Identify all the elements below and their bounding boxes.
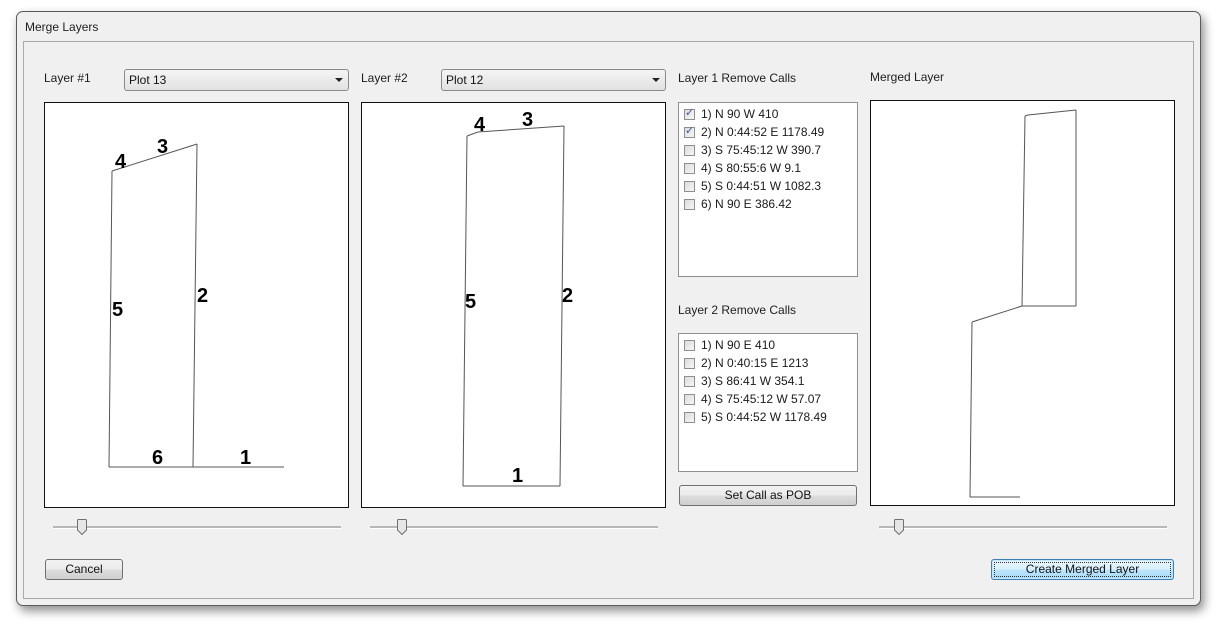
create-merged-layer-button[interactable]: Create Merged Layer bbox=[991, 559, 1174, 580]
checkbox-unchecked[interactable] bbox=[684, 339, 695, 351]
checkbox-unchecked[interactable] bbox=[684, 357, 695, 369]
checkbox-unchecked[interactable] bbox=[684, 180, 695, 192]
cancel-button[interactable]: Cancel bbox=[45, 559, 123, 580]
checkbox-unchecked[interactable] bbox=[684, 411, 695, 423]
merged-segment bbox=[1021, 115, 1026, 307]
checkbox-checked[interactable] bbox=[684, 124, 695, 138]
layer1-label-2: 2 bbox=[197, 285, 208, 307]
layer1-label-5: 5 bbox=[112, 299, 123, 321]
remove-call-text: 4) S 80:55:6 W 9.1 bbox=[701, 161, 802, 175]
slider-track bbox=[53, 526, 341, 529]
remove-call-item[interactable]: 6) N 90 E 386.42 bbox=[679, 195, 857, 213]
merged-segment bbox=[1027, 109, 1077, 116]
merged-plot bbox=[969, 109, 1077, 498]
remove-call-text: 3) S 86:41 W 354.1 bbox=[701, 374, 805, 388]
focus-rect bbox=[994, 562, 1171, 577]
remove-call-text: 1) N 90 W 410 bbox=[701, 107, 779, 121]
set-call-as-pob-button[interactable]: Set Call as POB bbox=[679, 485, 857, 506]
layer1-label-4: 4 bbox=[115, 151, 127, 173]
remove-call-item[interactable]: 2) N 0:40:15 E 1213 bbox=[679, 354, 857, 372]
remove-call-text: 2) N 0:44:52 E 1178.49 bbox=[701, 125, 825, 139]
merged-canvas[interactable] bbox=[870, 100, 1175, 506]
slider-track bbox=[370, 526, 658, 529]
remove-call-item[interactable]: 1) N 90 E 410 bbox=[679, 336, 857, 354]
remove-call-text: 3) S 75:45:12 W 390.7 bbox=[701, 143, 822, 157]
remove-call-item[interactable]: 2) N 0:44:52 E 1178.49 bbox=[679, 123, 857, 141]
layer2-label-3: 3 bbox=[522, 109, 533, 131]
layer1-selected-value: Plot 13 bbox=[129, 73, 167, 87]
layer2-plot: 1 2 3 4 5 bbox=[462, 109, 573, 487]
remove-call-item[interactable]: 3) S 86:41 W 354.1 bbox=[679, 372, 857, 390]
layer1-label-3: 3 bbox=[157, 136, 168, 158]
layer2-label-1: 1 bbox=[512, 465, 523, 487]
layer2-label: Layer #2 bbox=[361, 71, 408, 85]
layer1-label-1: 1 bbox=[240, 447, 251, 469]
layer2-label-5: 5 bbox=[465, 291, 476, 313]
remove-call-item[interactable]: 4) S 75:45:12 W 57.07 bbox=[679, 390, 857, 408]
layer2-select[interactable]: Plot 12 bbox=[441, 69, 666, 91]
layer1-remove-calls-list[interactable]: 1) N 90 W 410 2) N 0:44:52 E 1178.49 3) S … bbox=[678, 102, 858, 277]
layer1-zoom-slider[interactable] bbox=[53, 517, 341, 539]
remove-call-text: 6) N 90 E 386.42 bbox=[701, 197, 792, 211]
layer1-canvas[interactable]: 1 2 3 4 5 6 bbox=[44, 102, 349, 508]
remove-call-text: 5) S 0:44:51 W 1082.3 bbox=[701, 179, 822, 193]
layer2-label-4: 4 bbox=[474, 114, 486, 136]
layer2-segment-3 bbox=[477, 125, 565, 133]
remove-call-item[interactable]: 5) S 0:44:51 W 1082.3 bbox=[679, 177, 857, 195]
layer2-selected-value: Plot 12 bbox=[446, 73, 484, 87]
layer1-remove-calls-label: Layer 1 Remove Calls bbox=[678, 71, 797, 85]
remove-call-text: 2) N 0:40:15 E 1213 bbox=[701, 356, 809, 370]
chevron-down-icon bbox=[335, 78, 343, 82]
remove-call-item[interactable]: 3) S 75:45:12 W 390.7 bbox=[679, 141, 857, 159]
checkbox-unchecked[interactable] bbox=[684, 162, 695, 174]
remove-call-item[interactable]: 4) S 80:55:6 W 9.1 bbox=[679, 159, 857, 177]
merge-layers-dialog: Merge Layers Layer #1 Plot 13 1 2 3 4 5 … bbox=[16, 11, 1201, 606]
remove-call-text: 1) N 90 E 410 bbox=[701, 338, 776, 352]
layer2-label-2: 2 bbox=[562, 285, 573, 307]
checkbox-unchecked[interactable] bbox=[684, 198, 695, 210]
checkbox-unchecked[interactable] bbox=[684, 375, 695, 387]
slider-track bbox=[879, 526, 1167, 529]
remove-call-item[interactable]: 5) S 0:44:52 W 1178.49 bbox=[679, 408, 857, 426]
layer1-label-6: 6 bbox=[152, 447, 163, 469]
slider-thumb[interactable] bbox=[76, 519, 87, 535]
layer2-remove-calls-label: Layer 2 Remove Calls bbox=[678, 303, 797, 317]
remove-call-item[interactable]: 1) N 90 W 410 bbox=[679, 105, 857, 123]
layer1-select[interactable]: Plot 13 bbox=[124, 69, 349, 91]
layer1-plot: 1 2 3 4 5 6 bbox=[108, 136, 284, 469]
slider-thumb[interactable] bbox=[894, 519, 905, 535]
remove-call-text: 4) S 75:45:12 W 57.07 bbox=[701, 392, 822, 406]
chevron-down-icon bbox=[652, 78, 660, 82]
layer1-label: Layer #1 bbox=[44, 71, 91, 85]
layer2-canvas[interactable]: 1 2 3 4 5 bbox=[361, 102, 666, 508]
checkbox-unchecked[interactable] bbox=[684, 393, 695, 405]
checkbox-unchecked[interactable] bbox=[684, 144, 695, 156]
remove-call-text: 5) S 0:44:52 W 1178.49 bbox=[701, 410, 827, 424]
merged-segment bbox=[971, 305, 1023, 323]
dialog-client-area: Layer #1 Plot 13 1 2 3 4 5 6 Layer #2 Pl… bbox=[23, 41, 1194, 599]
checkbox-checked[interactable] bbox=[684, 106, 695, 120]
merged-zoom-slider[interactable] bbox=[879, 517, 1167, 539]
merged-layer-label: Merged Layer bbox=[870, 70, 945, 84]
layer2-zoom-slider[interactable] bbox=[370, 517, 658, 539]
window-title: Merge Layers bbox=[25, 20, 99, 34]
layer2-remove-calls-list[interactable]: 1) N 90 E 410 2) N 0:40:15 E 1213 3) S 86:… bbox=[678, 333, 858, 472]
slider-thumb[interactable] bbox=[396, 519, 407, 535]
merged-segment bbox=[969, 321, 973, 498]
merged-segment bbox=[1024, 114, 1029, 117]
